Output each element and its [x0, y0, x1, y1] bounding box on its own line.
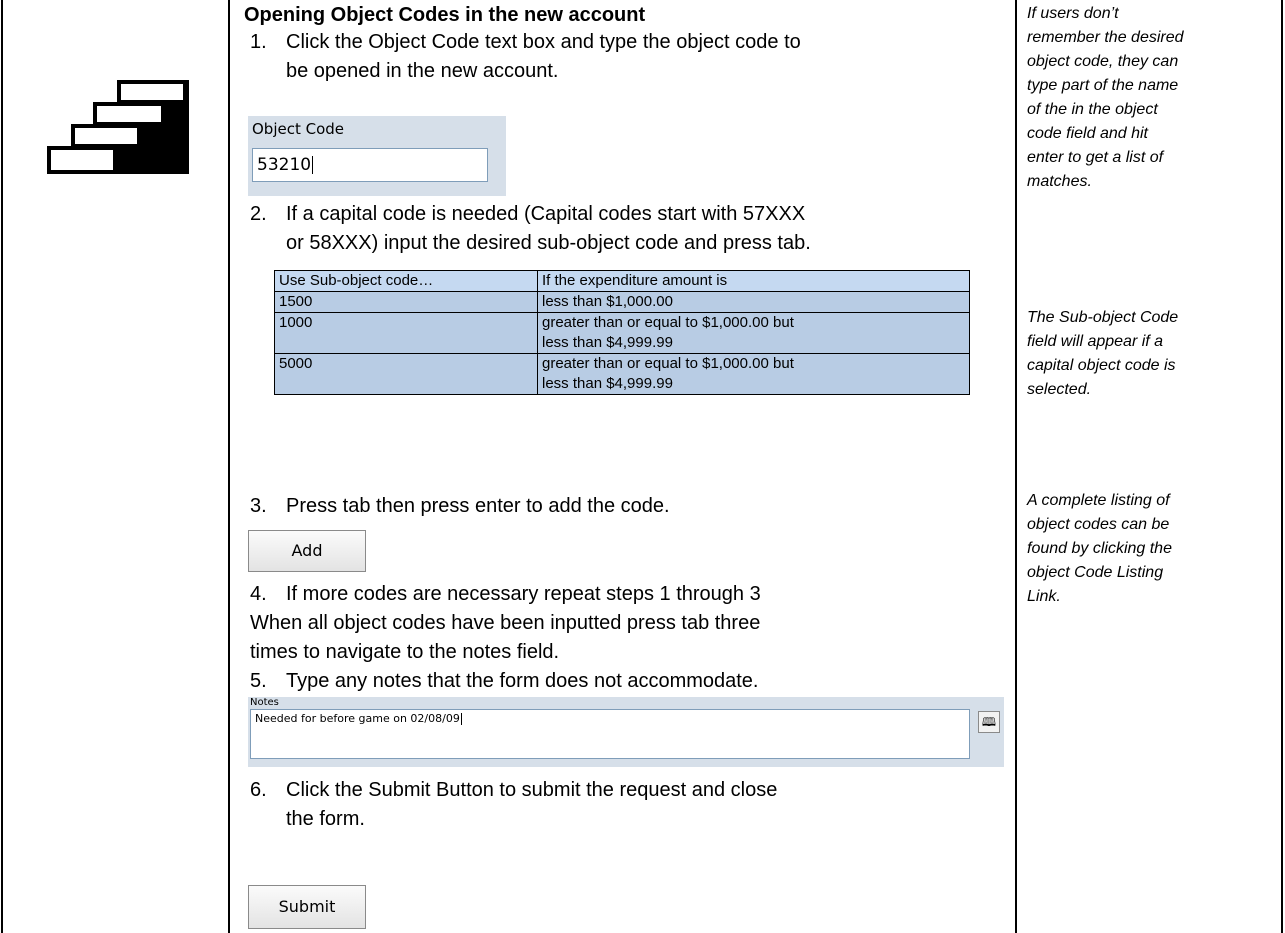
note-line: object code, they can [1027, 53, 1179, 70]
section-title: Opening Object Codes in the new account [244, 4, 646, 26]
note-line: selected. [1027, 381, 1092, 398]
step-text-line1: Type any notes that the form does not ac… [286, 670, 759, 692]
step-text-line2: be opened in the new account. [286, 60, 559, 82]
amount-line1: greater than or equal to $1,000.00 but [542, 355, 794, 372]
amount-line1: greater than or equal to $1,000.00 but [542, 314, 794, 331]
note-line: object Code Listing [1027, 564, 1164, 581]
book-icon[interactable]: 🕮 [978, 711, 1000, 733]
amount-cell: less than $1,000.00 [537, 291, 970, 313]
text-caret [460, 713, 462, 725]
amount-cell: greater than or equal to $1,000.00 but le… [537, 353, 970, 395]
object-code-input[interactable]: 53210 [252, 148, 488, 182]
step-number: 1. [250, 31, 267, 53]
note-line: A complete listing of [1027, 492, 1170, 509]
add-button[interactable]: Add [248, 530, 366, 572]
step-text-line1: Press tab then press enter to add the co… [286, 495, 670, 517]
note-line: If users don’t [1027, 5, 1119, 22]
amount-line2: less than $4,999.99 [542, 334, 673, 351]
note-line: remember the desired [1027, 29, 1184, 46]
code-cell: 1500 [274, 291, 538, 313]
step-text-line1: If a capital code is needed (Capital cod… [286, 203, 806, 225]
table-header-row: Use Sub-object code… If the expenditure … [274, 270, 970, 292]
instructions-column: Opening Object Codes in the new account … [230, 0, 1015, 933]
step-text-line1: If more codes are necessary repeat steps… [286, 583, 761, 605]
notes-textarea[interactable]: Needed for before game on 02/08/09 [250, 709, 970, 759]
object-code-label: Object Code [252, 120, 345, 138]
object-code-panel: Object Code 53210 [248, 116, 506, 196]
step-number: 6. [250, 779, 267, 801]
code-cell: 1000 [274, 312, 538, 354]
step-text-line1: Click the Submit Button to submit the re… [286, 779, 778, 801]
side-notes-column: If users don’t remember the desired obje… [1017, 0, 1282, 933]
text-caret [312, 156, 314, 174]
step-text-line2: or 58XXX) input the desired sub-object c… [286, 232, 811, 254]
table-row: 5000 greater than or equal to $1,000.00 … [274, 353, 970, 395]
amount-line2: less than $4,999.99 [542, 375, 673, 392]
note-line: code field and hit [1027, 125, 1148, 142]
amount-cell: greater than or equal to $1,000.00 but le… [537, 312, 970, 354]
note-line: of the in the object [1027, 101, 1158, 118]
header-cell: Use Sub-object code… [274, 270, 538, 292]
note-line: capital object code is [1027, 357, 1176, 374]
note-line: found by clicking the [1027, 540, 1172, 557]
note-line: object codes can be [1027, 516, 1170, 533]
code-cell: 5000 [274, 353, 538, 395]
object-code-value: 53210 [257, 155, 312, 175]
note-line: Link. [1027, 588, 1061, 605]
step-text-line1: Click the Object Code text box and type … [286, 31, 801, 53]
table-row: 1500 less than $1,000.00 [274, 291, 970, 313]
notes-panel: Notes Needed for before game on 02/08/09… [248, 697, 1004, 767]
side-note-subobject: The Sub-object Code field will appear if… [1027, 306, 1277, 402]
side-note-search: If users don’t remember the desired obje… [1027, 2, 1277, 194]
header-cell: If the expenditure amount is [537, 270, 970, 292]
step-number: 5. [250, 670, 267, 692]
note-line: matches. [1027, 173, 1092, 190]
step-text-line2: the form. [286, 808, 365, 830]
continuation-line2: times to navigate to the notes field. [250, 641, 560, 663]
note-line: enter to get a list of [1027, 149, 1164, 166]
notes-label: Notes [250, 697, 279, 708]
notes-value: Needed for before game on 02/08/09 [255, 712, 460, 725]
step-number: 2. [250, 203, 267, 225]
note-line: The Sub-object Code [1027, 309, 1179, 326]
side-note-listing: A complete listing of object codes can b… [1027, 489, 1277, 609]
sub-object-table: Use Sub-object code… If the expenditure … [274, 270, 970, 395]
note-line: type part of the name [1027, 77, 1179, 94]
step-number: 3. [250, 495, 267, 517]
table-row: 1000 greater than or equal to $1,000.00 … [274, 312, 970, 354]
submit-button[interactable]: Submit [248, 885, 366, 929]
stairs-icon [47, 80, 189, 174]
note-line: field will appear if a [1027, 333, 1164, 350]
icon-column [3, 0, 228, 933]
step-number: 4. [250, 583, 267, 605]
continuation-line1: When all object codes have been inputted… [250, 612, 761, 634]
